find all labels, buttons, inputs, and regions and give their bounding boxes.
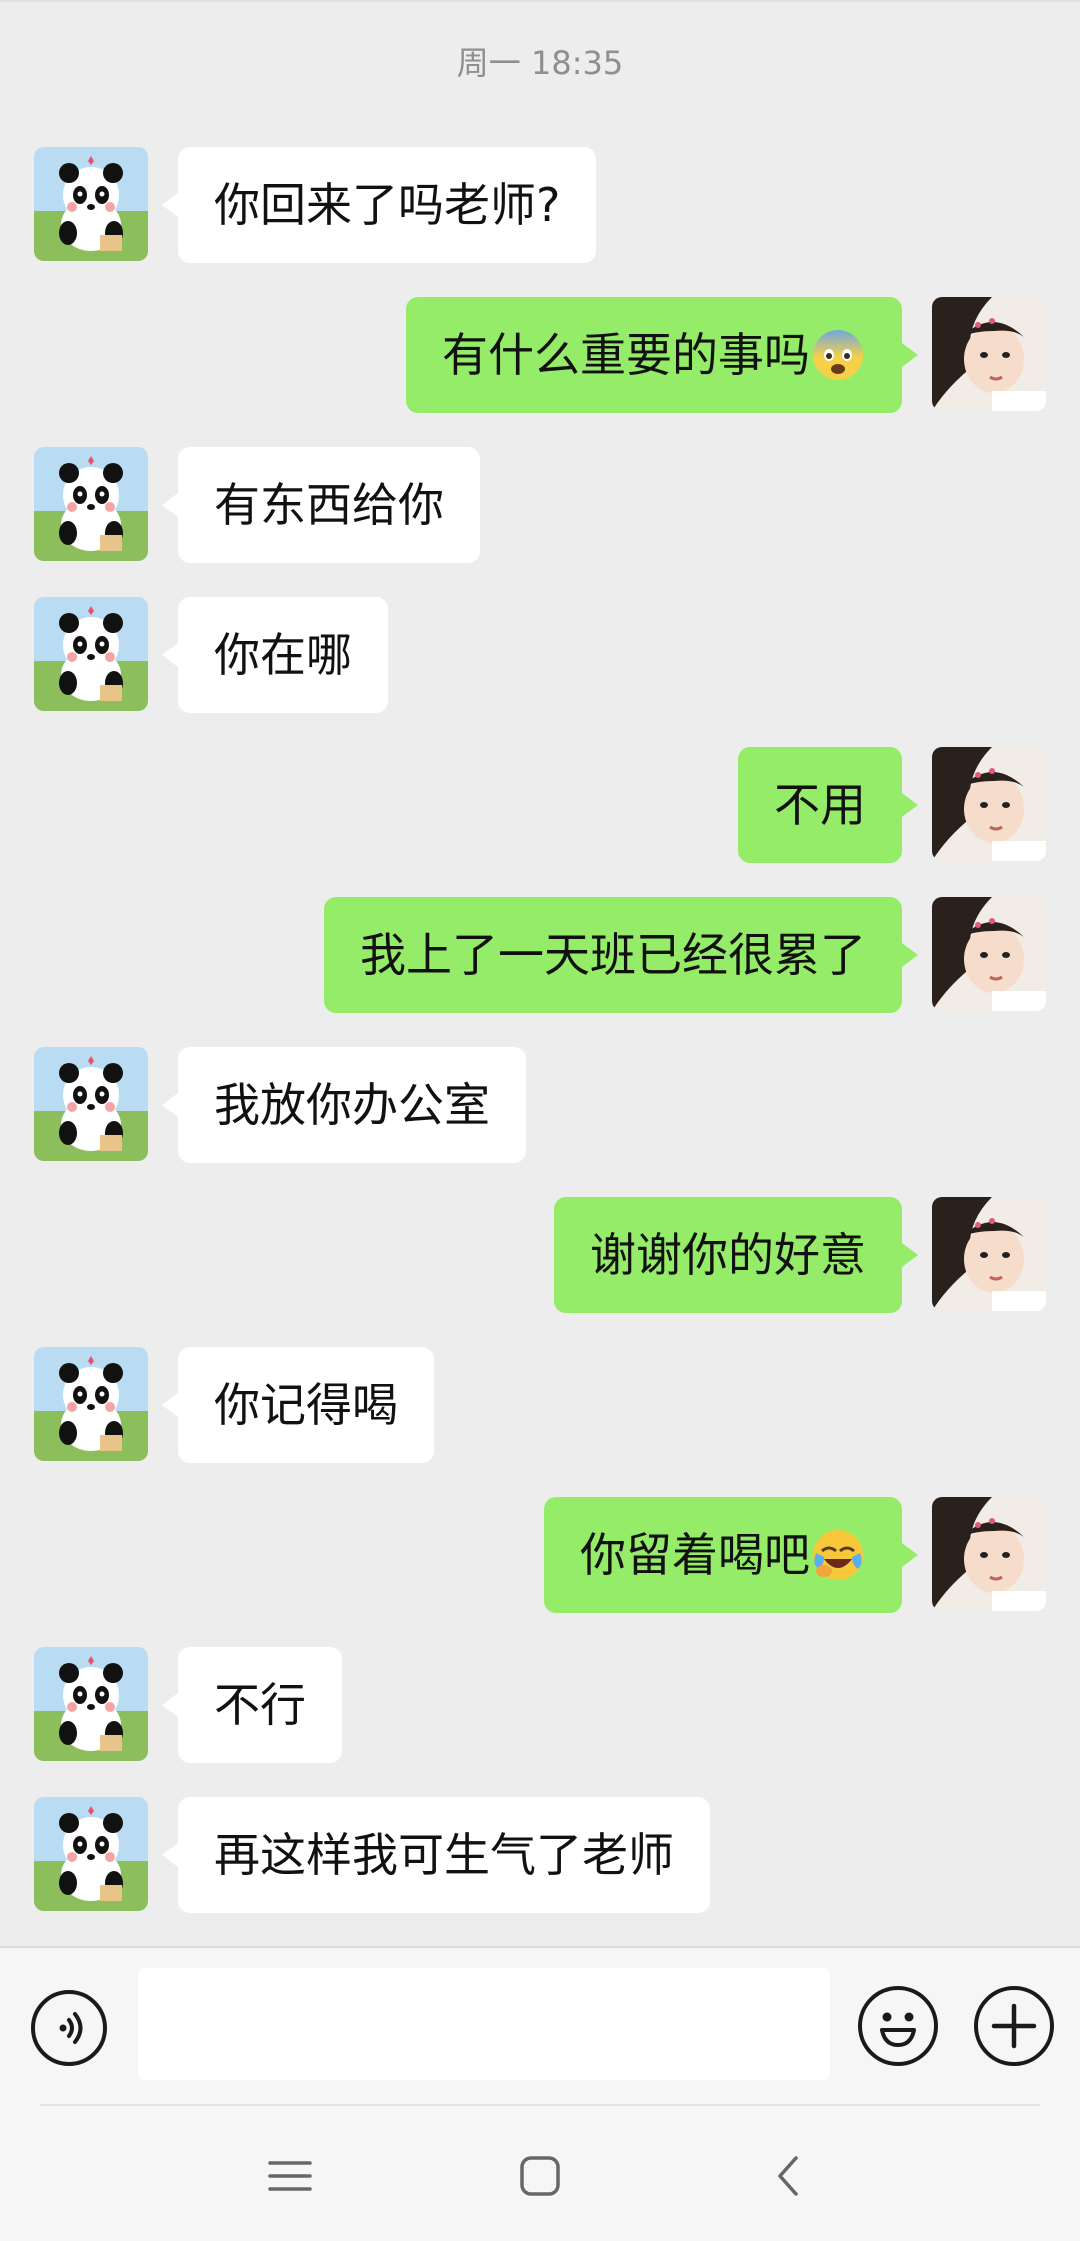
message-text: 不行 — [214, 1678, 306, 1732]
girl-avatar[interactable] — [932, 1197, 1046, 1311]
message-row: 再这样我可生气了老师 — [0, 1797, 1080, 1913]
voice-button[interactable] — [31, 1990, 107, 2066]
outgoing-message-bubble[interactable]: 我上了一天班已经很累了 — [324, 897, 918, 1013]
message-timestamp: 周一 18:35 — [456, 44, 624, 82]
message-row: 不用 — [0, 747, 1080, 863]
message-text: 我上了一天班已经很累了 — [360, 928, 866, 982]
girl-avatar[interactable] — [932, 897, 1046, 1011]
outgoing-message-bubble[interactable]: 你留着喝吧 — [544, 1497, 918, 1613]
message-text: 再这样我可生气了老师 — [214, 1828, 674, 1882]
incoming-message-bubble[interactable]: 你在哪 — [162, 597, 388, 713]
plus-icon — [991, 2003, 1037, 2049]
message-text: 谢谢你的好意 — [590, 1228, 866, 1282]
incoming-message-bubble[interactable]: 我放你办公室 — [162, 1047, 526, 1163]
emoji-button[interactable] — [858, 1986, 938, 2066]
outgoing-message-bubble[interactable]: 有什么重要的事吗 — [406, 297, 918, 413]
panda-avatar[interactable] — [34, 597, 148, 711]
more-button[interactable] — [974, 1986, 1054, 2066]
panda-avatar[interactable] — [34, 1347, 148, 1461]
message-text: 有东西给你 — [214, 478, 444, 532]
menu-icon — [268, 2161, 312, 2191]
system-nav-bar — [0, 2106, 1080, 2241]
chat-screen: 周一 18:35 你回来了吗老师? 有什么重要的事吗 有东西给你 你在哪 不用 — [0, 0, 1080, 2241]
message-input[interactable] — [138, 1968, 830, 2080]
message-row: 我放你办公室 — [0, 1047, 1080, 1163]
panda-avatar[interactable] — [34, 147, 148, 261]
incoming-message-bubble[interactable]: 你记得喝 — [162, 1347, 434, 1463]
voice-icon — [59, 2012, 83, 2044]
message-row: 我上了一天班已经很累了 — [0, 897, 1080, 1013]
message-text: 不用 — [774, 778, 866, 832]
back-button[interactable] — [760, 2146, 820, 2206]
fearful-face-emoji-icon — [810, 327, 866, 383]
smiley-icon — [880, 2012, 916, 2047]
message-row: 你留着喝吧 — [0, 1497, 1080, 1613]
message-text: 有什么重要的事吗 — [442, 328, 810, 382]
incoming-message-bubble[interactable]: 你回来了吗老师? — [161, 147, 597, 263]
message-row: 你在哪 — [0, 597, 1080, 713]
incoming-message-bubble[interactable]: 再这样我可生气了老师 — [162, 1797, 710, 1913]
message-text: 你记得喝 — [214, 1378, 398, 1432]
message-text: 你在哪 — [214, 628, 352, 682]
message-row: 不行 — [0, 1647, 1080, 1763]
message-row: 有什么重要的事吗 — [0, 297, 1080, 413]
message-text: 你回来了吗老师? — [214, 178, 561, 232]
panda-avatar[interactable] — [34, 1047, 148, 1161]
outgoing-message-bubble[interactable]: 谢谢你的好意 — [554, 1197, 918, 1313]
crying-laughing-face-emoji-icon — [810, 1527, 866, 1583]
panda-avatar[interactable] — [34, 1797, 148, 1911]
girl-avatar[interactable] — [932, 747, 1046, 861]
top-divider — [0, 0, 1080, 2]
recent-apps-button[interactable] — [260, 2146, 320, 2206]
girl-avatar[interactable] — [932, 1497, 1046, 1611]
incoming-message-bubble[interactable]: 不行 — [162, 1647, 342, 1763]
square-home-icon — [520, 2156, 560, 2196]
message-row: 你记得喝 — [0, 1347, 1080, 1463]
panda-avatar[interactable] — [34, 1647, 148, 1761]
back-chevron-icon — [778, 2156, 798, 2196]
message-text: 我放你办公室 — [214, 1078, 490, 1132]
message-row: 谢谢你的好意 — [0, 1197, 1080, 1313]
outgoing-message-bubble[interactable]: 不用 — [738, 747, 918, 863]
girl-avatar[interactable] — [932, 297, 1046, 411]
message-text: 你留着喝吧 — [580, 1528, 810, 1582]
home-button[interactable] — [510, 2146, 570, 2206]
panda-avatar[interactable] — [34, 447, 148, 561]
message-row: 你回来了吗老师? — [0, 147, 1080, 263]
message-row: 有东西给你 — [0, 447, 1080, 563]
incoming-message-bubble[interactable]: 有东西给你 — [162, 447, 480, 563]
